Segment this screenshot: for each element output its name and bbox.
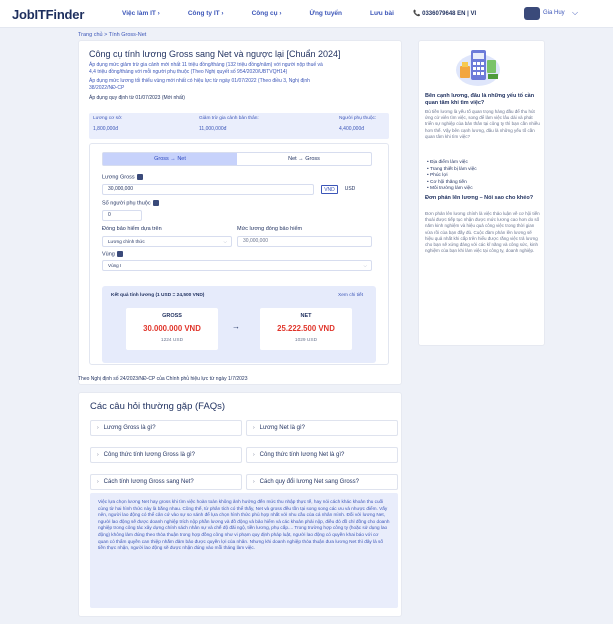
calculator-form: Gross → Net Net → Gross Lương Gross 30,0… [89,143,389,365]
insurance-select[interactable]: Lương chính thức ⌵ [102,236,232,247]
sidebar-paragraph-1: Đủ tiền lương là yếu tố quan trọng hàng … [425,109,540,139]
base-values-box: Lương cơ sở: 1,800,000đ Giảm trừ gia cản… [89,113,389,139]
nav-it-companies[interactable]: Công ty IT › [188,10,224,17]
note-deduction-1: Áp dụng mức giảm trừ gia cảnh mới nhất 1… [89,62,323,68]
sidebar-bullet-list: Địa điểm làm việc Trang thiết bị làm việ… [427,160,477,193]
chevron-right-icon: › [253,425,255,431]
user-name[interactable]: Gia Huy [543,10,565,16]
view-details-link[interactable]: Xem chi tiết [338,293,363,298]
faq-question: Công thức tính lương Net là gì? [259,452,345,458]
faq-question: Công thức tính lương Gross là gì? [103,452,196,458]
chevron-right-icon: › [253,452,255,458]
nav-saved[interactable]: Lưu bài [370,10,394,17]
top-navbar: JobITFinder Việc làm IT › Công ty IT › C… [0,0,613,28]
help-icon[interactable] [116,251,123,257]
net-title: NET [300,313,312,319]
faq-section: Các câu hỏi thường gặp (FAQs) › Lương Gro… [78,392,402,617]
nav-tools[interactable]: Công cụ › [252,10,282,17]
region-select[interactable]: Vùng I ⌵ [102,260,372,271]
base-salary-label: Lương cơ sở: [93,116,123,121]
sidebar-heading-1: Bên cạnh lương, đâu là những yếu tố cần … [425,93,535,106]
tab-net-to-gross[interactable]: Net → Gross [237,153,371,165]
gross-label: Lương Gross [102,174,135,181]
dependents-label: Số người phụ thuộc [102,200,151,207]
chevron-down-icon: ⌵ [223,239,227,244]
faq-question: Lương Net là gì? [259,425,305,431]
arrow-right-icon: → [232,322,240,331]
faq-question: Cách quy đổi lương Net sang Gross? [259,479,360,485]
faq-answer: Việc lựa chọn lương Net hay gross khi tì… [90,493,398,608]
self-deduction-label: Giảm trừ gia cảnh bản thân: [199,116,259,121]
site-logo[interactable]: JobITFinder [12,7,84,22]
net-result-card: NET 25.222.500 VND 1029 USD [260,308,352,350]
sidebar-heading-2: Đơn phản lên lương – Nói sao cho khéo? [425,195,534,201]
insurance-select-value: Lương chính thức [108,239,145,244]
faq-item[interactable]: › Công thức tính lương Net là gì? [246,447,398,463]
note-deduction-2: 4,4 triệu đồng/tháng với mỗi người phụ t… [89,69,288,75]
faq-item[interactable]: › Cách quy đổi lương Net sang Gross? [246,474,398,490]
gross-result-card: GROSS 30.000.000 VND 1224 USD [126,308,218,350]
net-usd: 1029 USD [294,338,318,343]
avatar[interactable] [524,7,540,20]
faq-item[interactable]: › Lương Gross là gì? [90,420,242,436]
insurance-salary-input[interactable]: 30,000,000 [237,236,372,247]
help-icon[interactable] [136,174,143,180]
faq-question: Cách tính lương Gross sang Net? [103,479,194,485]
result-box: Kết quả tính lương (1 USD = 24,500 VND) … [102,286,376,363]
tab-gross-to-net[interactable]: Gross → Net [103,153,237,165]
phone-language[interactable]: 📞 0336079648 EN | VI [413,10,476,17]
region-label: Vùng [102,251,115,258]
dependent-value: 4,400,000đ [339,126,365,132]
net-vnd: 25.222.500 VND [277,324,335,333]
insurance-salary-label: Mức lương đóng bảo hiểm [237,226,303,232]
nav-applied[interactable]: Ứng tuyển [310,10,342,17]
dependents-label-row: Số người phụ thuộc [102,200,159,206]
chevron-down-icon: ⌵ [363,263,367,268]
faq-title: Các câu hỏi thường gặp (FAQs) [90,401,226,412]
base-salary-value: 1,800,000đ [93,126,119,132]
faq-item[interactable]: › Cách tính lương Gross sang Net? [90,474,242,490]
breadcrumb[interactable]: Trang chủ > Tính Gross-Net [78,32,146,38]
gross-label-row: Lương Gross [102,174,143,180]
list-item: Môi trường làm việc [427,186,477,193]
chevron-right-icon: › [97,479,99,485]
faq-item[interactable]: › Lương Net là gì? [246,420,398,436]
chevron-right-icon: › [253,479,255,485]
gross-input[interactable]: 30,000,000 [102,184,314,195]
chevron-right-icon: › [97,452,99,458]
page-title: Công cụ tính lương Gross sang Net và ngư… [89,49,341,59]
faq-item[interactable]: › Công thức tính lương Gross là gì? [90,447,242,463]
note-effective: Áp dụng quy định từ 01/07/2023 (Mới nhất… [89,95,185,101]
mode-tabs: Gross → Net Net → Gross [102,152,372,166]
gross-vnd: 30.000.000 VND [143,324,201,333]
region-select-value: Vùng I [108,263,122,268]
currency-usd-button[interactable]: USD [341,185,359,194]
dependents-input[interactable]: 0 [102,210,142,221]
faq-question: Lương Gross là gì? [103,425,156,431]
currency-vnd-button[interactable]: VND [321,185,338,194]
decree-note: Theo Nghị định số 24/2023/NĐ-CP của Chín… [78,376,248,382]
result-title: Kết quả tính lương (1 USD = 24,500 VND) [111,293,205,298]
chevron-down-icon[interactable]: ⌵ [572,8,578,18]
gross-usd: 1224 USD [160,338,184,343]
sidebar-paragraph-2: Đơn phản lên lương chính là việc thảo lu… [425,211,540,254]
note-min-wage-2: 38/2022/NĐ-CP [89,85,125,91]
help-icon[interactable] [152,200,159,206]
chevron-right-icon: › [97,425,99,431]
nav-it-jobs[interactable]: Việc làm IT › [122,10,160,17]
self-deduction-value: 11,000,000đ [199,126,227,132]
insurance-label: Đóng bảo hiểm dựa trên [102,226,162,232]
sidebar-panel: Bên cạnh lương, đâu là những yếu tố cần … [418,40,545,346]
note-min-wage-1: Áp dụng mức lương tối thiểu vùng mới nhấ… [89,78,310,84]
calculator-panel: Công cụ tính lương Gross sang Net và ngư… [78,40,402,385]
main-nav: Việc làm IT › Công ty IT › Công cụ › Ứng… [122,10,422,17]
dependent-label: Người phụ thuộc: [339,116,377,121]
calculator-illustration-icon [456,50,500,86]
gross-title: GROSS [162,313,182,319]
region-label-row: Vùng [102,251,123,257]
